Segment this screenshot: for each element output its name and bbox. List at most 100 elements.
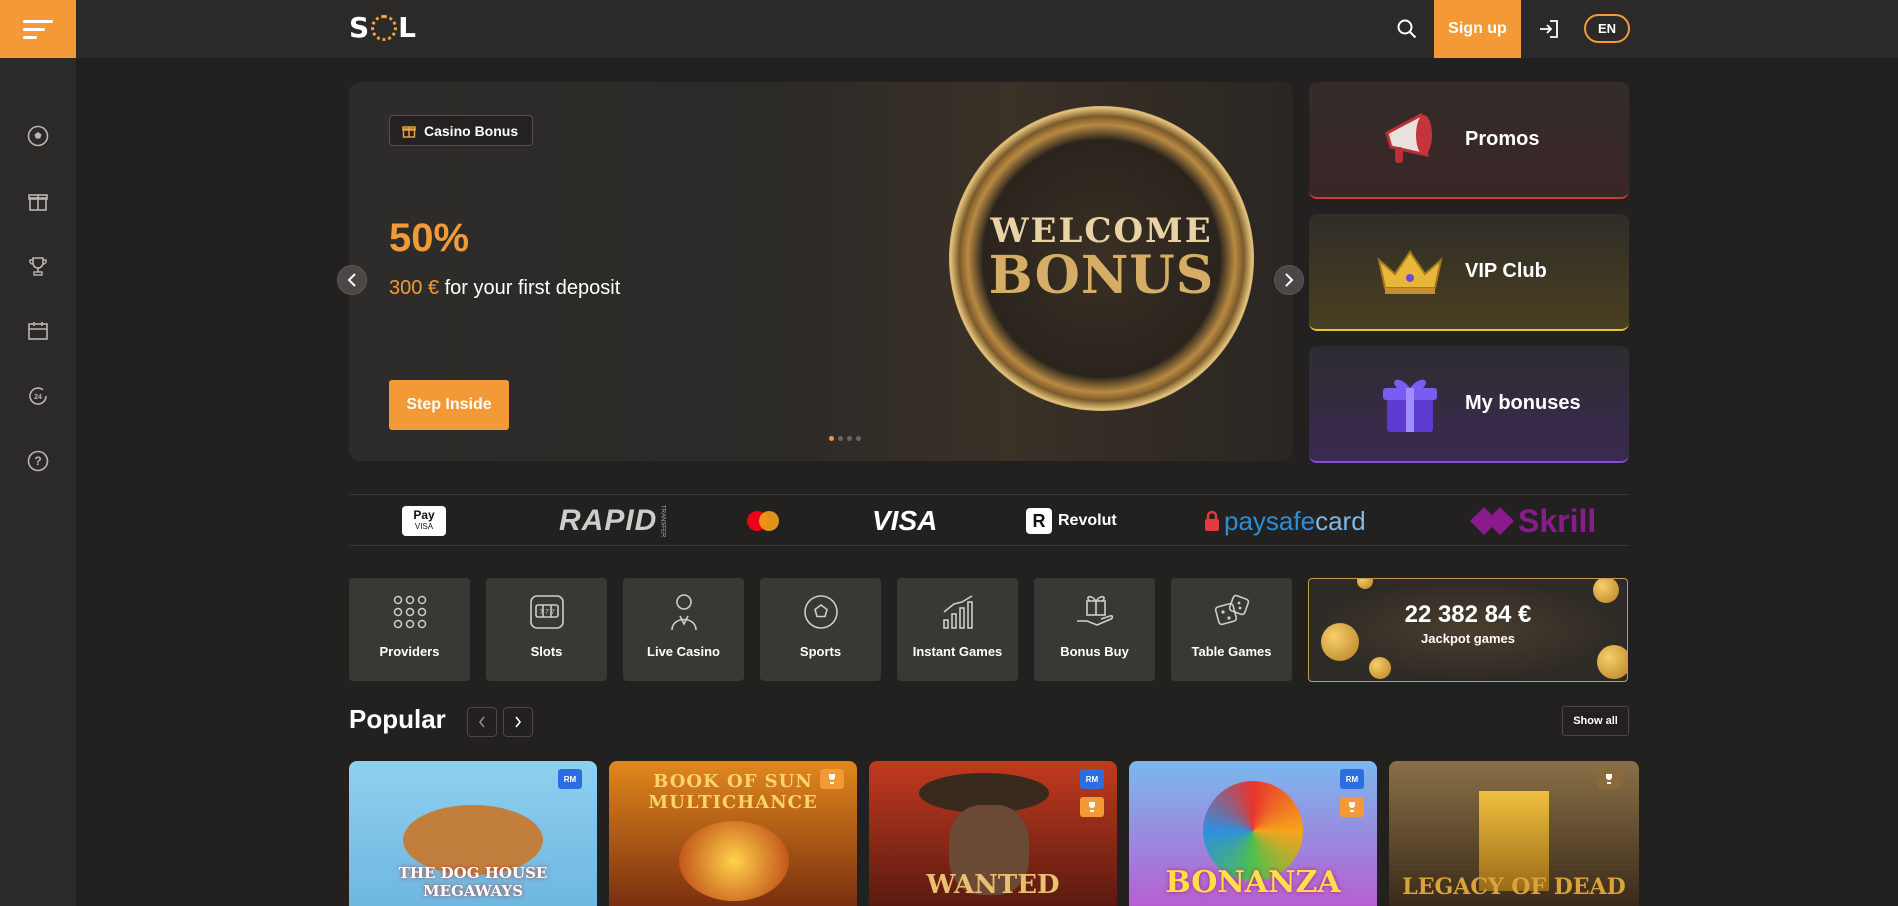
sidebar-item-help[interactable]: ? <box>18 441 58 481</box>
signup-button[interactable]: Sign up <box>1434 0 1521 58</box>
category-sports[interactable]: Sports <box>760 578 881 681</box>
slot-machine-icon: 7 7 7 <box>525 590 569 634</box>
hero-prev-button[interactable] <box>337 265 367 295</box>
promos-tile[interactable]: Promos <box>1309 82 1629 199</box>
gift-hand-icon <box>1073 590 1117 634</box>
vip-club-label: VIP Club <box>1465 260 1547 282</box>
step-inside-button[interactable]: Step Inside <box>389 380 509 430</box>
dealer-icon <box>662 590 706 634</box>
sidebar-item-support[interactable]: 24 <box>18 376 58 416</box>
trophy-badge <box>1080 797 1104 817</box>
svg-text:?: ? <box>34 454 41 468</box>
sidebar-item-tournaments[interactable] <box>18 246 58 286</box>
game-card[interactable]: BOOK OF SUN MULTICHANCE <box>609 761 857 906</box>
my-bonuses-tile[interactable]: My bonuses <box>1309 346 1629 463</box>
paysafecard-logo: paysafe card <box>1204 495 1366 547</box>
carousel-dot[interactable] <box>829 436 834 441</box>
game-card[interactable]: RM BONANZA <box>1129 761 1377 906</box>
rapid-small-text: TRANSFER <box>659 504 666 538</box>
popular-section-title: Popular <box>349 704 446 734</box>
category-table-games[interactable]: Table Games <box>1171 578 1292 681</box>
category-label: Sports <box>799 644 842 659</box>
help-icon: ? <box>27 450 49 472</box>
category-live-casino[interactable]: Live Casino <box>623 578 744 681</box>
chevron-left-icon <box>347 273 356 287</box>
gift-box-icon <box>1375 369 1445 439</box>
my-bonuses-label: My bonuses <box>1465 392 1581 414</box>
jackpot-games-card[interactable]: 22 382 84 € Jackpot games <box>1308 578 1628 682</box>
coin-decoration <box>1597 645 1627 679</box>
badge-label: Casino Bonus <box>424 122 519 139</box>
rm-badge: RM <box>1080 769 1104 789</box>
gift-icon <box>28 194 48 211</box>
mastercard-logo <box>746 495 780 547</box>
hero-subtitle-text: for your first deposit <box>439 277 621 299</box>
search-button[interactable] <box>1392 14 1422 44</box>
category-label: Instant Games <box>912 644 1003 659</box>
trophy-icon <box>1606 774 1612 784</box>
skrill-logo: Skrill <box>1470 495 1596 547</box>
carousel-dot[interactable] <box>856 436 861 441</box>
game-title: BOOK OF SUN MULTICHANCE <box>648 771 818 813</box>
sidebar-item-calendar[interactable] <box>18 311 58 351</box>
coin-decoration <box>1593 579 1619 603</box>
popular-prev-button[interactable] <box>467 707 497 737</box>
rapid-text: RAPID <box>559 504 658 537</box>
game-title: LEGACY OF DEAD <box>1402 874 1626 900</box>
hero-next-button[interactable] <box>1274 265 1304 295</box>
language-selector[interactable]: EN <box>1584 14 1630 43</box>
jackpot-currency: € <box>1518 601 1532 628</box>
game-card[interactable]: RM WANTED <box>869 761 1117 906</box>
soccer-ball-icon <box>799 590 843 634</box>
rapid-transfer-logo: RAPID TRANSFER <box>559 495 665 547</box>
game-title: THE DOG HOUSE MEGAWAYS <box>398 864 548 900</box>
category-providers[interactable]: Providers <box>349 578 470 681</box>
coin-decoration <box>1321 623 1359 661</box>
category-instant-games[interactable]: Instant Games <box>897 578 1018 681</box>
calendar-icon <box>28 322 48 340</box>
game-card[interactable]: RM THE DOG HOUSE MEGAWAYS <box>349 761 597 906</box>
revolut-text: Revolut <box>1058 512 1117 529</box>
trophy-badge <box>1597 769 1621 789</box>
login-button[interactable] <box>1534 14 1564 44</box>
carousel-dot[interactable] <box>847 436 852 441</box>
providers-icon <box>388 590 432 634</box>
megaphone-icon <box>1375 105 1445 175</box>
paysafe-card-text: card <box>1315 505 1366 536</box>
lock-icon <box>1205 510 1219 531</box>
site-logo[interactable]: SL <box>349 11 417 44</box>
chevron-left-icon <box>478 716 485 728</box>
sidebar-item-sports[interactable] <box>18 116 58 156</box>
carousel-dots <box>829 436 861 441</box>
category-bonus-buy[interactable]: Bonus Buy <box>1034 578 1155 681</box>
dice-icon <box>1210 590 1254 634</box>
sidebar: 24 ? <box>0 0 76 906</box>
soccer-ball-icon <box>27 125 49 147</box>
svg-text:7 7 7: 7 7 7 <box>539 609 555 616</box>
coin-text-line2: BONUS <box>988 245 1215 306</box>
trophy-icon <box>1089 802 1095 812</box>
show-all-button[interactable]: Show all <box>1562 706 1629 736</box>
menu-button[interactable] <box>0 0 76 58</box>
payment-methods-strip: Pay VISA RAPID TRANSFER VISA R Revolut p… <box>349 494 1629 546</box>
hero-banner[interactable]: Casino Bonus 50% 300 € for your first de… <box>349 82 1293 461</box>
rising-chart-icon <box>936 590 980 634</box>
category-label: Providers <box>379 644 440 659</box>
welcome-bonus-coin: WELCOME BONUS <box>949 106 1254 411</box>
sidebar-item-promos[interactable] <box>18 181 58 221</box>
game-title: BONANZA <box>1165 865 1341 900</box>
jackpot-amount: 22 382 84 € <box>1309 601 1627 629</box>
applepay-text: Pay <box>413 508 435 522</box>
sun-logo-icon <box>371 14 398 41</box>
rm-badge: RM <box>1340 769 1364 789</box>
carousel-dot[interactable] <box>838 436 843 441</box>
popular-next-button[interactable] <box>503 707 533 737</box>
rm-badge: RM <box>558 769 582 789</box>
hero-amount: 300 € <box>389 277 440 299</box>
hero-title: 50% <box>389 216 470 260</box>
category-slots[interactable]: 7 7 7 Slots <box>486 578 607 681</box>
game-card[interactable]: LEGACY OF DEAD <box>1389 761 1639 906</box>
vip-club-tile[interactable]: VIP Club <box>1309 214 1629 331</box>
revolut-icon: R <box>1026 508 1052 534</box>
gift-icon <box>402 125 416 138</box>
